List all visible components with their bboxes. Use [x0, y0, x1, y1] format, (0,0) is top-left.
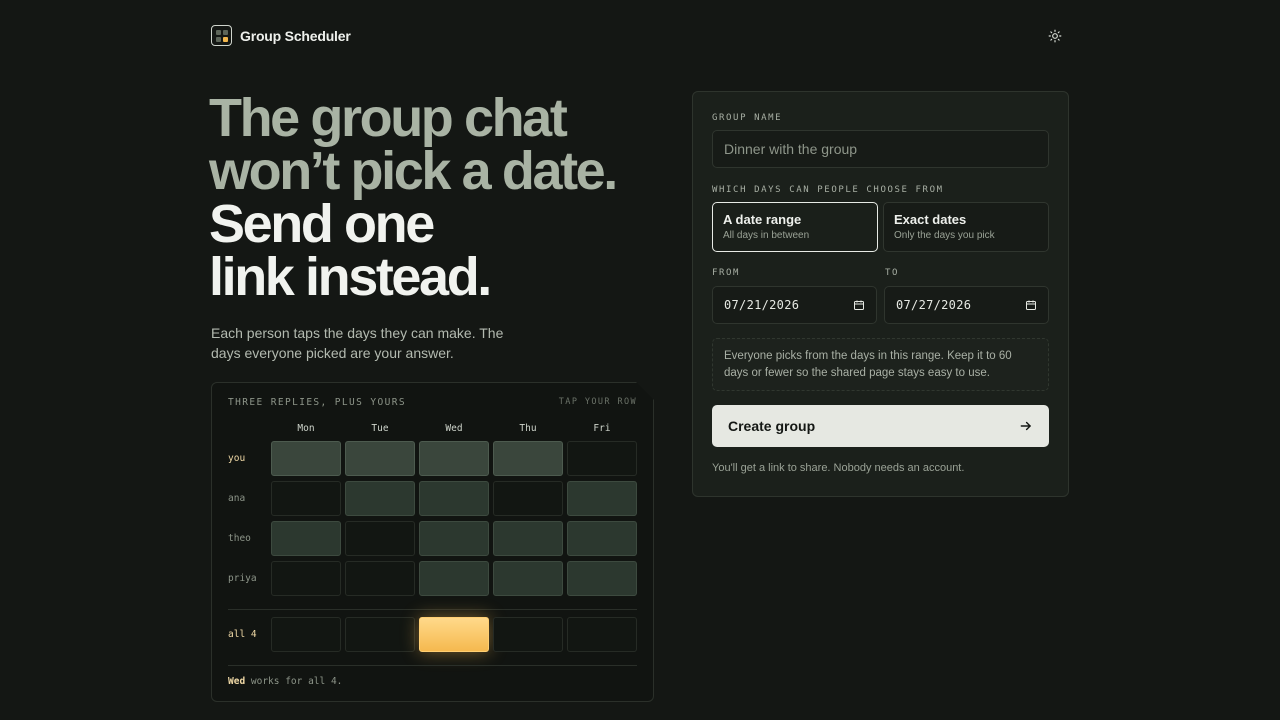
match-cell [419, 617, 489, 652]
calendar-icon[interactable] [1025, 299, 1037, 311]
day-header: Wed [445, 423, 463, 434]
availability-cell [419, 481, 489, 516]
person-row-ana: ana [228, 481, 637, 516]
option-subtitle: All days in between [723, 230, 810, 241]
availability-cell [567, 481, 637, 516]
availability-cell [271, 521, 341, 556]
availability-cell [271, 481, 341, 516]
summary-cell [345, 617, 415, 652]
person-row-you: you [228, 441, 637, 476]
arrow-right-icon [1020, 421, 1031, 431]
logo-icon [211, 25, 232, 46]
availability-preview: THREE REPLIES, PLUS YOURS TAP YOUR ROW M… [211, 382, 654, 702]
create-group-form: GROUP NAME WHICH DAYS CAN PEOPLE CHOOSE … [692, 91, 1069, 497]
availability-cell [345, 561, 415, 596]
row-name: all 4 [228, 629, 257, 640]
availability-cell[interactable] [567, 441, 637, 476]
hero-headline: The group chat won’t pick a date. Send o… [209, 88, 679, 307]
group-name-input[interactable] [712, 130, 1049, 168]
availability-cell [567, 561, 637, 596]
day-header: Tue [371, 423, 389, 434]
all-row: all 4 [228, 617, 637, 652]
person-row-theo: theo [228, 521, 637, 556]
preview-hint: TAP YOUR ROW [558, 397, 637, 407]
result-day: Wed [228, 676, 246, 687]
preview-title: THREE REPLIES, PLUS YOURS [228, 397, 406, 408]
group-name-label: GROUP NAME [712, 113, 783, 123]
headline-line-2: won’t pick a date. [209, 141, 618, 201]
availability-cell [345, 481, 415, 516]
option-subtitle: Only the days you pick [894, 230, 995, 241]
availability-cell [345, 521, 415, 556]
divider [228, 665, 637, 666]
from-date-input[interactable]: 07/21/2026 [712, 286, 877, 324]
option-title: A date range [723, 212, 802, 227]
availability-cell [567, 521, 637, 556]
brand-name: Group Scheduler [240, 27, 351, 44]
day-header: Mon [297, 423, 315, 434]
availability-cell [419, 561, 489, 596]
person-row-priya: priya [228, 561, 637, 596]
option-title: Exact dates [894, 212, 967, 227]
headline-line-3: Send one [209, 194, 435, 254]
divider [228, 609, 637, 610]
summary-cell [567, 617, 637, 652]
row-name: you [228, 453, 246, 464]
row-name: priya [228, 573, 257, 584]
headline-line-4: link instead. [209, 247, 492, 307]
from-date-value: 07/21/2026 [724, 298, 800, 312]
day-header-row: Mon Tue Wed Thu Fri [271, 423, 637, 434]
result-text: works for all 4. [245, 676, 343, 687]
form-subtext: You'll get a link to share. Nobody needs… [712, 462, 965, 474]
availability-cell [493, 521, 563, 556]
day-header: Thu [519, 423, 537, 434]
create-group-button[interactable]: Create group [712, 405, 1049, 447]
availability-cell [493, 561, 563, 596]
day-header: Fri [593, 423, 611, 434]
availability-cell [419, 521, 489, 556]
sun-icon [1048, 29, 1062, 43]
range-info-note: Everyone picks from the days in this ran… [712, 338, 1049, 391]
brand[interactable]: Group Scheduler [211, 25, 351, 46]
calendar-icon[interactable] [853, 299, 865, 311]
availability-cell[interactable] [493, 441, 563, 476]
summary-cell [271, 617, 341, 652]
mode-option-date-range[interactable]: A date range All days in between [712, 202, 878, 252]
to-label: TO [885, 268, 900, 278]
availability-cell [271, 561, 341, 596]
headline-line-1: The group chat [209, 88, 568, 148]
preview-result: Wed works for all 4. [228, 676, 342, 687]
mode-label: WHICH DAYS CAN PEOPLE CHOOSE FROM [712, 185, 944, 195]
create-group-label: Create group [728, 418, 816, 434]
availability-cell [493, 481, 563, 516]
to-date-input[interactable]: 07/27/2026 [884, 286, 1049, 324]
availability-cell[interactable] [345, 441, 415, 476]
availability-cell[interactable] [419, 441, 489, 476]
to-date-value: 07/27/2026 [896, 298, 972, 312]
summary-cell [493, 617, 563, 652]
availability-cell[interactable] [271, 441, 341, 476]
mode-option-exact-dates[interactable]: Exact dates Only the days you pick [883, 202, 1049, 252]
row-name: theo [228, 533, 251, 544]
hero-description: Each person taps the days they can make.… [211, 325, 504, 361]
theme-toggle-button[interactable] [1045, 26, 1065, 46]
from-label: FROM [712, 268, 741, 278]
row-name: ana [228, 493, 246, 504]
